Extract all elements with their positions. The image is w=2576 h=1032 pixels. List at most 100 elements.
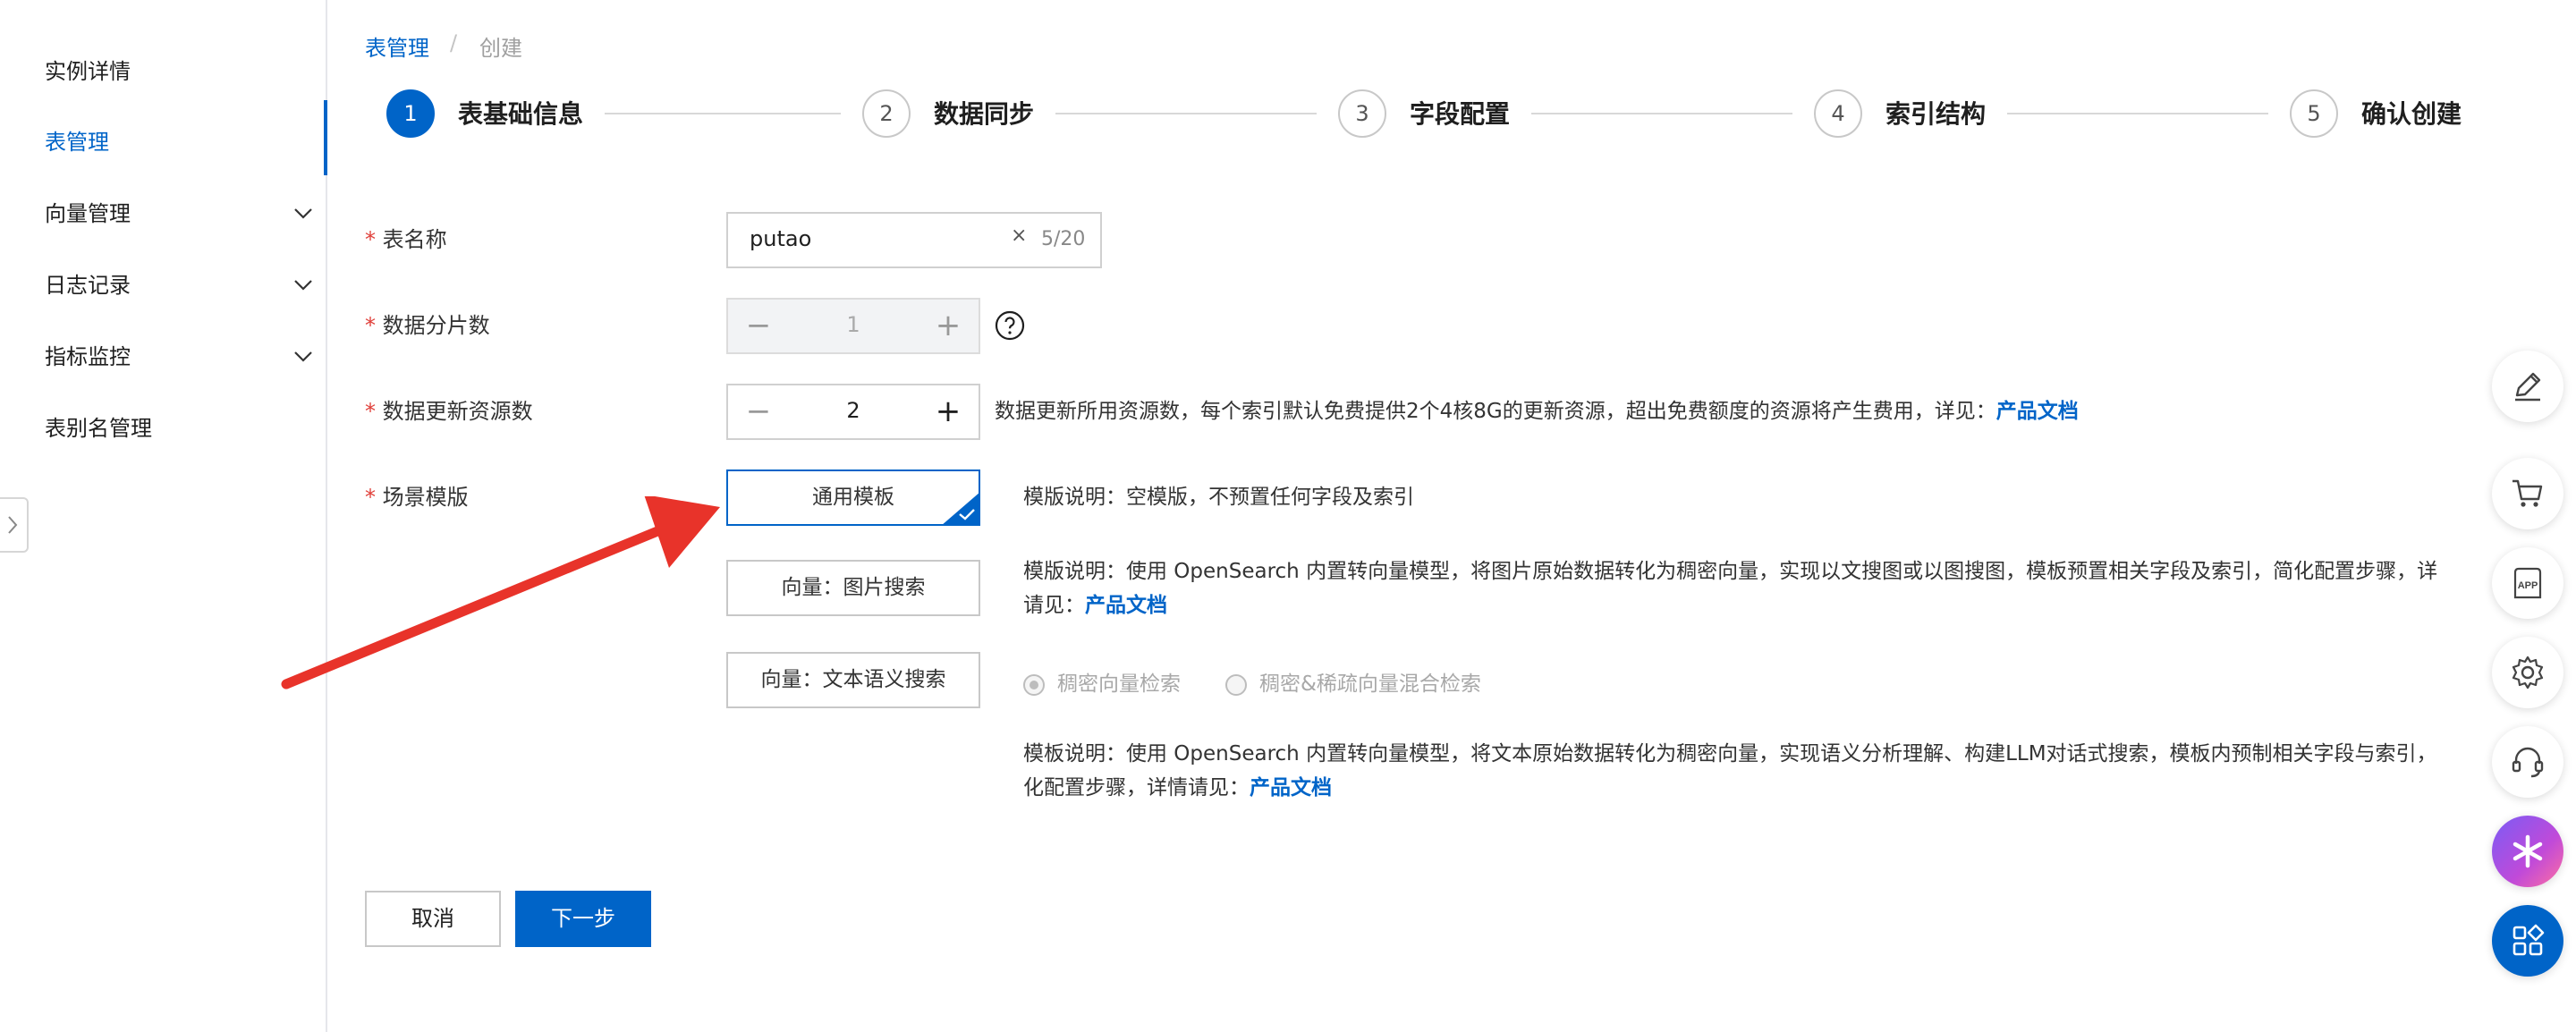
help-icon[interactable] <box>995 310 1025 341</box>
required-mark: * <box>365 227 376 252</box>
update-resources-stepper[interactable]: − 2 + <box>726 384 980 440</box>
label-text: 数据分片数 <box>382 313 490 338</box>
template-label: 向量：文本语义搜索 <box>760 668 946 691</box>
edit-icon <box>2515 372 2541 402</box>
gear-icon <box>2512 656 2544 689</box>
template-image-search-description: 模版说明：使用 OpenSearch 内置转向量模型，将图片原始数据转化为稠密向… <box>1023 554 2490 622</box>
shards-stepper[interactable]: − 1 + <box>726 298 980 354</box>
step-connector <box>1055 113 1317 114</box>
sidebar-item-label: 实例详情 <box>45 59 131 84</box>
description-text: 数据更新所用资源数，每个索引默认免费提供2个4核8G的更新资源，超出免费额度的资… <box>995 400 1996 423</box>
table-name-value: putao <box>750 226 812 251</box>
label-text: 表名称 <box>382 227 447 252</box>
template-label: 通用模板 <box>812 486 894 509</box>
product-docs-link[interactable]: 产品文档 <box>1250 776 1332 799</box>
sidebar-item-label: 日志记录 <box>45 273 131 298</box>
app-icon: APP <box>2513 567 2542 599</box>
chevron-down-icon <box>294 208 312 219</box>
update-resources-label: * 数据更新资源数 <box>365 397 533 426</box>
increment-button[interactable]: + <box>928 391 968 434</box>
step-3-label: 字段配置 <box>1410 99 1511 129</box>
step-1-label: 表基础信息 <box>458 99 584 129</box>
step-5-number: 5 <box>2290 89 2338 138</box>
apps-tool-button[interactable] <box>2492 905 2563 977</box>
step-4-number: 4 <box>1814 89 1862 138</box>
step-2-number: 2 <box>862 89 911 138</box>
description-line: 化配置步骤，详情请见： <box>1023 776 1250 799</box>
sidebar-item-instance-details[interactable]: 实例详情 <box>45 54 313 89</box>
radio-hybrid-vector[interactable]: 稠密&稀疏向量混合检索 <box>1225 669 1481 699</box>
breadcrumb-separator: / <box>450 30 458 55</box>
support-tool-button[interactable] <box>2492 726 2563 798</box>
step-4-label: 索引结构 <box>1885 99 1987 129</box>
cart-icon <box>2512 479 2543 507</box>
radio-icon <box>1225 673 1247 696</box>
label-text: 数据更新资源数 <box>382 399 533 424</box>
description-line: 模板说明：使用 OpenSearch 内置转向量模型，将文本原始数据转化为稠密向… <box>1023 742 2437 766</box>
check-icon <box>959 509 975 520</box>
required-mark: * <box>365 399 376 424</box>
step-connector <box>2007 113 2268 114</box>
step-connector <box>1531 113 1792 114</box>
radio-dense-vector[interactable]: 稠密向量检索 <box>1023 669 1181 699</box>
chevron-down-icon <box>294 280 312 291</box>
decrement-button[interactable]: − <box>739 305 778 348</box>
char-count: 5/20 <box>1041 228 1086 250</box>
description-line: 请见： <box>1023 594 1085 617</box>
template-text-semantic-button[interactable]: 向量：文本语义搜索 <box>726 652 980 708</box>
product-docs-link[interactable]: 产品文档 <box>1085 594 1167 617</box>
step-5-label: 确认创建 <box>2361 99 2462 129</box>
step-2-label: 数据同步 <box>934 99 1035 129</box>
edit-tool-button[interactable] <box>2492 351 2563 422</box>
app-tool-button[interactable]: APP <box>2492 547 2563 619</box>
template-general-description: 模版说明：空模版，不预置任何字段及索引 <box>1023 486 1414 509</box>
next-button[interactable]: 下一步 <box>515 891 651 947</box>
sidebar-item-metrics[interactable]: 指标监控 <box>45 339 313 375</box>
table-name-label: * 表名称 <box>365 225 447 254</box>
sidebar-item-label: 指标监控 <box>45 344 131 369</box>
settings-tool-button[interactable] <box>2492 637 2563 708</box>
template-label: 向量：图片搜索 <box>781 576 926 599</box>
annotation-arrow <box>281 496 720 689</box>
radio-label: 稠密&稀疏向量混合检索 <box>1259 672 1481 696</box>
sidebar-item-vector-management[interactable]: 向量管理 <box>45 196 313 232</box>
step-connector <box>605 113 841 114</box>
ai-assistant-button[interactable] <box>2492 816 2563 887</box>
chevron-right-icon <box>8 516 18 534</box>
shards-label: * 数据分片数 <box>365 311 490 340</box>
radio-icon <box>1023 673 1045 696</box>
increment-button[interactable]: + <box>928 305 968 348</box>
breadcrumb-root[interactable]: 表管理 <box>365 30 429 62</box>
cart-tool-button[interactable] <box>2492 458 2563 529</box>
sidebar-collapse-toggle[interactable] <box>0 497 29 553</box>
sidebar-item-table-management[interactable]: 表管理 <box>45 124 313 160</box>
table-name-input[interactable]: putao × 5/20 <box>726 212 1102 268</box>
product-docs-link[interactable]: 产品文档 <box>1996 400 2079 423</box>
active-indicator <box>324 100 327 175</box>
radio-label: 稠密向量检索 <box>1057 672 1181 696</box>
template-general-button[interactable]: 通用模板 <box>726 469 980 526</box>
update-resources-description: 数据更新所用资源数，每个索引默认免费提供2个4核8G的更新资源，超出免费额度的资… <box>995 394 2079 428</box>
sidebar-item-label: 表别名管理 <box>45 416 152 441</box>
sidebar-item-label: 表管理 <box>45 130 109 155</box>
sidebar-item-table-alias[interactable]: 表别名管理 <box>45 410 313 446</box>
description-line: 模版说明：使用 OpenSearch 内置转向量模型，将图片原始数据转化为稠密向… <box>1023 560 2438 583</box>
cancel-button[interactable]: 取消 <box>365 891 501 947</box>
shards-value: 1 <box>846 312 860 337</box>
step-1-number: 1 <box>386 89 435 138</box>
template-text-semantic-description: 模板说明：使用 OpenSearch 内置转向量模型，将文本原始数据转化为稠密向… <box>1023 737 2490 805</box>
step-3-number: 3 <box>1338 89 1386 138</box>
decrement-button[interactable]: − <box>739 391 778 434</box>
clear-icon[interactable]: × <box>1011 224 1027 247</box>
update-resources-value: 2 <box>846 398 860 423</box>
template-image-search-button[interactable]: 向量：图片搜索 <box>726 560 980 616</box>
svg-text:APP: APP <box>2518 580 2538 591</box>
required-mark: * <box>365 313 376 338</box>
chevron-down-icon <box>294 351 312 362</box>
sidebar-item-logs[interactable]: 日志记录 <box>45 267 313 303</box>
breadcrumb-current: 创建 <box>479 36 522 61</box>
apps-grid-icon <box>2512 924 2545 956</box>
ai-assistant-icon <box>2512 834 2543 868</box>
headset-icon <box>2512 747 2544 778</box>
sidebar-item-label: 向量管理 <box>45 201 131 226</box>
